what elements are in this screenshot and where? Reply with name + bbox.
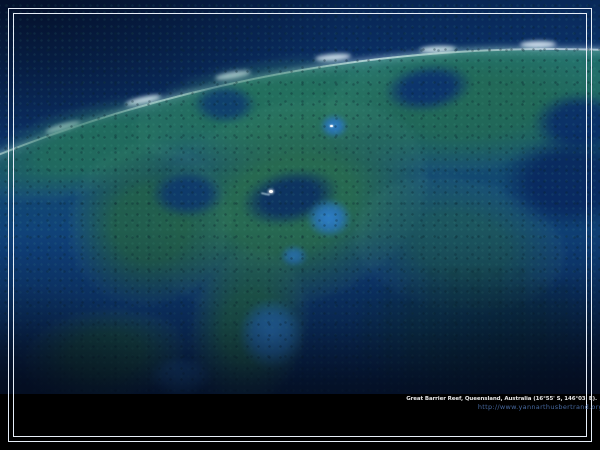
caption-url-text: http://www.yannarthusbertrand.org <box>406 403 600 411</box>
wallpaper-background: Great Barrier Reef, Queensland, Australi… <box>0 0 600 450</box>
boat-speck <box>330 125 333 127</box>
photo-caption: Great Barrier Reef, Queensland, Australi… <box>406 395 600 411</box>
boat-speck <box>269 190 273 193</box>
bottom-vignette <box>0 0 600 394</box>
reef-photo <box>0 0 600 394</box>
caption-location-text: Great Barrier Reef, Queensland, Australi… <box>406 395 600 403</box>
